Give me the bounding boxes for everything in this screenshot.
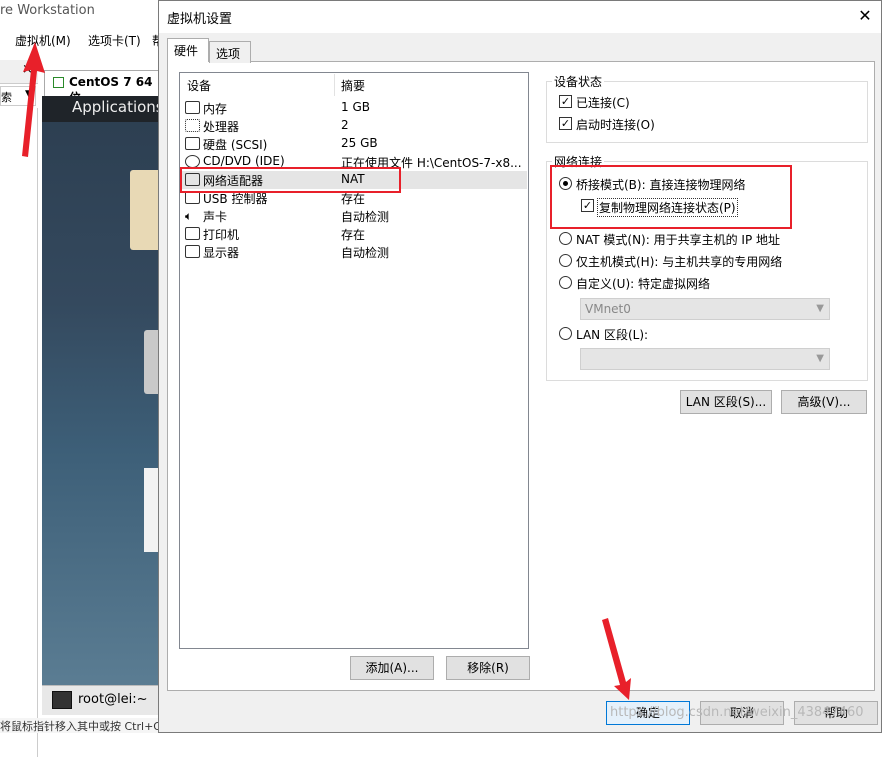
device-summary: 2	[341, 118, 349, 132]
device-name: CD/DVD (IDE)	[203, 154, 285, 168]
custom-network-select[interactable]: VMnet0 ▼	[580, 298, 830, 320]
device-row-memory[interactable]: 内存 1 GB	[181, 99, 527, 117]
remove-device-button[interactable]: 移除(R)	[446, 656, 530, 680]
custom-network-value: VMnet0	[585, 302, 631, 316]
app-title: re Workstation	[0, 3, 95, 18]
device-name: 声卡	[203, 210, 228, 224]
tab-hardware[interactable]: 硬件	[167, 38, 209, 62]
column-separator[interactable]	[334, 74, 335, 96]
vm-icon	[53, 77, 64, 88]
gnome-applications-menu[interactable]: Applications	[42, 96, 164, 122]
advanced-button[interactable]: 高级(V)...	[781, 390, 867, 414]
device-column-header[interactable]: 设备	[187, 77, 211, 94]
highlight-bridged-mode	[550, 165, 792, 229]
custom-label[interactable]: 自定义(U): 特定虚拟网络	[576, 275, 710, 292]
summary-column-header[interactable]: 摘要	[341, 77, 365, 94]
connect-at-power-on-checkbox[interactable]: ✓	[559, 117, 572, 130]
tab-options[interactable]: 选项	[209, 41, 251, 63]
device-summary: 存在	[341, 228, 366, 242]
lan-segments-button[interactable]: LAN 区段(S)...	[680, 390, 772, 414]
dialog-title: 虚拟机设置	[167, 12, 233, 27]
vm-tab[interactable]: CentOS 7 64 位	[44, 70, 162, 105]
terminal-icon	[52, 691, 72, 709]
memory-icon	[185, 101, 200, 114]
lan-segment-select[interactable]: ▼	[580, 348, 830, 370]
device-row-disk[interactable]: 硬盘 (SCSI) 25 GB	[181, 135, 527, 153]
device-row-cpu[interactable]: 处理器 2	[181, 117, 527, 135]
connected-label[interactable]: 已连接(C)	[576, 94, 630, 111]
device-status-group	[546, 81, 868, 143]
device-name: 内存	[203, 102, 228, 116]
device-summary: 1 GB	[341, 100, 370, 114]
menu-tabs[interactable]: 选项卡(T)	[88, 32, 141, 49]
printer-icon	[185, 227, 200, 240]
vm-settings-dialog: 虚拟机设置 ✕ 硬件 选项 设备 摘要 内存 1 GB 处理器 2 硬盘 (SC…	[158, 0, 882, 733]
add-device-button[interactable]: 添加(A)...	[350, 656, 434, 680]
lan-segment-label[interactable]: LAN 区段(L):	[576, 326, 648, 343]
disk-icon	[185, 137, 200, 150]
host-only-radio[interactable]	[559, 254, 572, 267]
dialog-close-icon[interactable]: ✕	[853, 5, 877, 27]
device-name: 打印机	[203, 228, 240, 242]
dialog-titlebar	[159, 1, 881, 33]
device-row-display[interactable]: 显示器 自动检测	[181, 243, 527, 261]
device-row-printer[interactable]: 打印机 存在	[181, 225, 527, 243]
device-summary: 自动检测	[341, 246, 390, 260]
terminal-label: root@lei:~	[78, 692, 148, 707]
highlight-network-adapter	[180, 167, 401, 193]
library-panel	[0, 108, 38, 757]
annotation-arrow-up	[22, 42, 45, 157]
device-summary: 25 GB	[341, 136, 378, 150]
nat-label[interactable]: NAT 模式(N): 用于共享主机的 IP 地址	[576, 231, 780, 248]
connected-checkbox[interactable]: ✓	[559, 95, 572, 108]
library-search-text: 索	[1, 91, 12, 104]
device-name: 显示器	[203, 246, 240, 260]
chevron-down-icon: ▼	[816, 303, 824, 314]
sound-icon: 🔈︎	[185, 209, 193, 223]
device-summary: 自动检测	[341, 210, 390, 224]
watermark: https://blog.csdn.net/weixin_43847460	[610, 705, 864, 720]
device-status-label: 设备状态	[552, 73, 605, 90]
device-row-sound[interactable]: 🔈︎ 声卡 自动检测	[181, 207, 527, 225]
host-only-label[interactable]: 仅主机模式(H): 与主机共享的专用网络	[576, 253, 782, 270]
taskbar-terminal[interactable]: root@lei:~	[42, 685, 162, 715]
custom-radio[interactable]	[559, 276, 572, 289]
lan-segment-radio[interactable]	[559, 327, 572, 340]
status-bar: 将鼠标指针移入其中或按 Ctrl+G。	[0, 718, 162, 733]
device-name: 硬盘 (SCSI)	[203, 138, 268, 152]
chevron-down-icon: ▼	[816, 353, 824, 364]
cpu-icon	[185, 119, 200, 132]
display-icon	[185, 245, 200, 258]
device-name: 处理器	[203, 120, 240, 134]
annotation-arrow-down	[602, 618, 631, 700]
nat-radio[interactable]	[559, 232, 572, 245]
connect-at-power-on-label[interactable]: 启动时连接(O)	[576, 116, 655, 133]
